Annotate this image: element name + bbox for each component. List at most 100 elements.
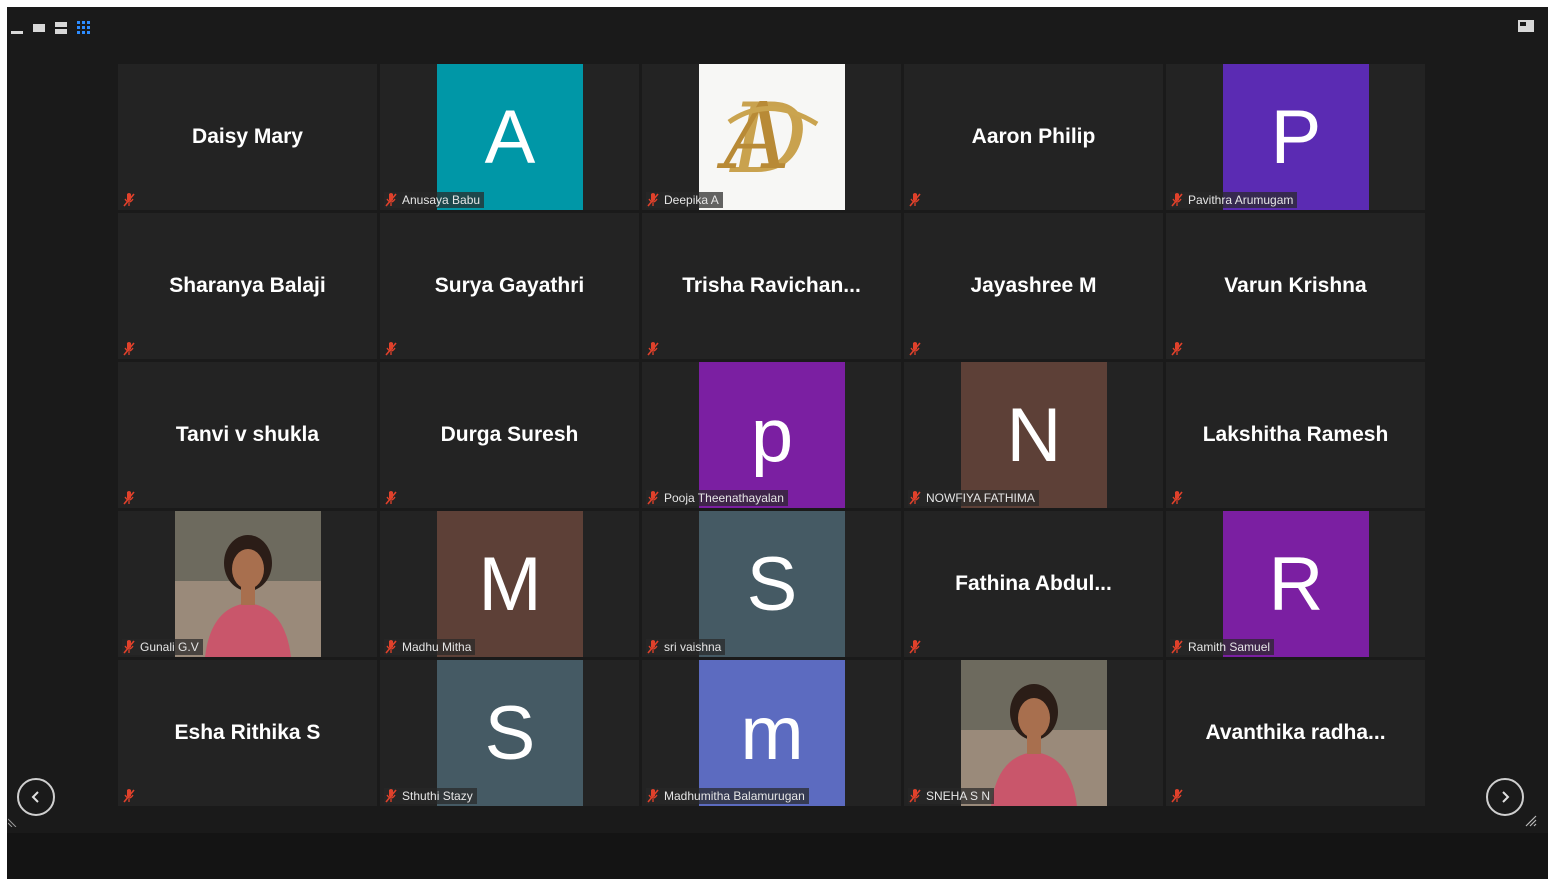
participant-status bbox=[122, 788, 140, 804]
participant-tile[interactable]: Fathina Abdul... bbox=[904, 511, 1163, 657]
participant-status bbox=[908, 341, 926, 357]
participant-name: Surya Gayathri bbox=[434, 274, 585, 297]
resize-grip-icon[interactable] bbox=[1525, 815, 1537, 827]
participant-tile[interactable]: m Madhumitha Balamurugan bbox=[642, 660, 901, 806]
participant-label: NOWFIYA FATHIMA bbox=[926, 491, 1035, 505]
mic-muted-icon bbox=[385, 193, 397, 207]
avatar-logo: DA bbox=[699, 64, 845, 210]
participant-tile[interactable]: Varun Krishna bbox=[1166, 213, 1425, 359]
participant-status: Madhumitha Balamurugan bbox=[646, 788, 809, 804]
participant-status: Ramith Samuel bbox=[1170, 639, 1275, 655]
mic-muted-icon bbox=[123, 789, 135, 803]
speaker-view-icon[interactable] bbox=[33, 23, 45, 32]
participant-tile[interactable]: D A Deepika A bbox=[642, 64, 901, 210]
participant-tile[interactable]: Gunali G.V bbox=[118, 511, 377, 657]
mic-muted-icon bbox=[1171, 789, 1183, 803]
mic-muted-icon bbox=[385, 342, 397, 356]
mic-muted-icon bbox=[1171, 640, 1183, 654]
layout-toggle-icon[interactable] bbox=[1518, 20, 1534, 32]
participant-tile[interactable]: M Madhu Mitha bbox=[380, 511, 639, 657]
participant-label: Madhu Mitha bbox=[402, 640, 472, 654]
view-controls bbox=[11, 21, 90, 34]
meeting-window: Daisy Mary A Anusaya Babu D A Deepika A Aaron … bbox=[7, 7, 1548, 879]
participant-tile[interactable]: Sharanya Balaji bbox=[118, 213, 377, 359]
mic-muted-icon bbox=[909, 342, 921, 356]
mic-muted-icon bbox=[1171, 491, 1183, 505]
resize-grip-icon[interactable] bbox=[8, 817, 18, 827]
participant-tile[interactable]: Trisha Ravichan... bbox=[642, 213, 901, 359]
participant-status bbox=[908, 639, 926, 655]
mic-muted-icon bbox=[385, 491, 397, 505]
participant-name: Varun Krishna bbox=[1224, 274, 1367, 297]
mic-muted-icon bbox=[123, 491, 135, 505]
participant-status: Anusaya Babu bbox=[384, 192, 485, 208]
participant-label: SNEHA S N bbox=[926, 789, 991, 803]
participant-status bbox=[1170, 490, 1188, 506]
mic-muted-icon bbox=[909, 193, 921, 207]
mic-muted-icon bbox=[123, 193, 135, 207]
participant-name: Durga Suresh bbox=[440, 423, 579, 446]
participant-tile[interactable]: S Sthuthi Stazy bbox=[380, 660, 639, 806]
mic-muted-icon bbox=[647, 342, 659, 356]
mic-muted-icon bbox=[385, 640, 397, 654]
participant-status: Pooja Theenathayalan bbox=[646, 490, 788, 506]
gallery-view-icon[interactable] bbox=[77, 21, 90, 34]
participant-status bbox=[384, 490, 402, 506]
next-page-button[interactable] bbox=[1486, 778, 1524, 816]
participant-tile[interactable]: Jayashree M bbox=[904, 213, 1163, 359]
mic-muted-icon bbox=[123, 640, 135, 654]
participant-label: Deepika A bbox=[664, 193, 719, 207]
participant-status bbox=[384, 341, 402, 357]
participant-name: Tanvi v shukla bbox=[175, 423, 320, 446]
avatar-photo bbox=[175, 511, 321, 657]
participant-status: Sthuthi Stazy bbox=[384, 788, 477, 804]
participant-name: Fathina Abdul... bbox=[955, 572, 1112, 595]
mic-muted-icon bbox=[385, 789, 397, 803]
participant-tile[interactable]: Daisy Mary bbox=[118, 64, 377, 210]
participant-tile[interactable]: Surya Gayathri bbox=[380, 213, 639, 359]
avatar-initial: P bbox=[1223, 64, 1369, 210]
participant-name: Trisha Ravichan... bbox=[682, 274, 861, 297]
participant-tile[interactable]: R Ramith Samuel bbox=[1166, 511, 1425, 657]
participant-tile[interactable]: Aaron Philip bbox=[904, 64, 1163, 210]
avatar-initial: S bbox=[437, 660, 583, 806]
mic-muted-icon bbox=[1171, 193, 1183, 207]
participant-status: Madhu Mitha bbox=[384, 639, 476, 655]
mic-muted-icon bbox=[909, 640, 921, 654]
participant-tile[interactable]: Tanvi v shukla bbox=[118, 362, 377, 508]
previous-page-button[interactable] bbox=[17, 778, 55, 816]
participant-tile[interactable]: N NOWFIYA FATHIMA bbox=[904, 362, 1163, 508]
participant-label: Ramith Samuel bbox=[1188, 640, 1271, 654]
participant-tile[interactable]: A Anusaya Babu bbox=[380, 64, 639, 210]
participant-tile[interactable]: Ssri vaishna bbox=[642, 511, 901, 657]
chevron-right-icon bbox=[1502, 791, 1510, 803]
participant-name: Jayashree M bbox=[970, 274, 1097, 297]
participant-name: Sharanya Balaji bbox=[169, 274, 326, 297]
participant-tile[interactable]: Avanthika radha... bbox=[1166, 660, 1425, 806]
participant-label: Pavithra Arumugam bbox=[1188, 193, 1294, 207]
participant-tile[interactable]: Esha Rithika S bbox=[118, 660, 377, 806]
participant-tile[interactable]: Durga Suresh bbox=[380, 362, 639, 508]
participant-label: Gunali G.V bbox=[140, 640, 199, 654]
participant-status: sri vaishna bbox=[646, 639, 726, 655]
avatar-initial: N bbox=[961, 362, 1107, 508]
minimize-icon[interactable] bbox=[11, 30, 23, 34]
participant-tile[interactable]: p Pooja Theenathayalan bbox=[642, 362, 901, 508]
avatar-initial: S bbox=[699, 511, 845, 657]
gallery-grid: Daisy Mary A Anusaya Babu D A Deepika A Aaron … bbox=[118, 64, 1425, 806]
mic-muted-icon bbox=[647, 789, 659, 803]
participant-tile[interactable]: Lakshitha Ramesh bbox=[1166, 362, 1425, 508]
mic-muted-icon bbox=[647, 193, 659, 207]
participant-status bbox=[122, 192, 140, 208]
participant-tile[interactable]: P Pavithra Arumugam bbox=[1166, 64, 1425, 210]
strip-view-icon[interactable] bbox=[55, 21, 67, 34]
participant-name: Avanthika radha... bbox=[1205, 721, 1386, 744]
participant-label: sri vaishna bbox=[664, 640, 722, 654]
svg-text:A: A bbox=[716, 83, 790, 190]
participant-label: Madhumitha Balamurugan bbox=[664, 789, 805, 803]
participant-status bbox=[908, 192, 926, 208]
participant-status bbox=[1170, 341, 1188, 357]
participant-tile[interactable]: SNEHA S N bbox=[904, 660, 1163, 806]
participant-label: Sthuthi Stazy bbox=[402, 789, 473, 803]
mic-muted-icon bbox=[123, 342, 135, 356]
